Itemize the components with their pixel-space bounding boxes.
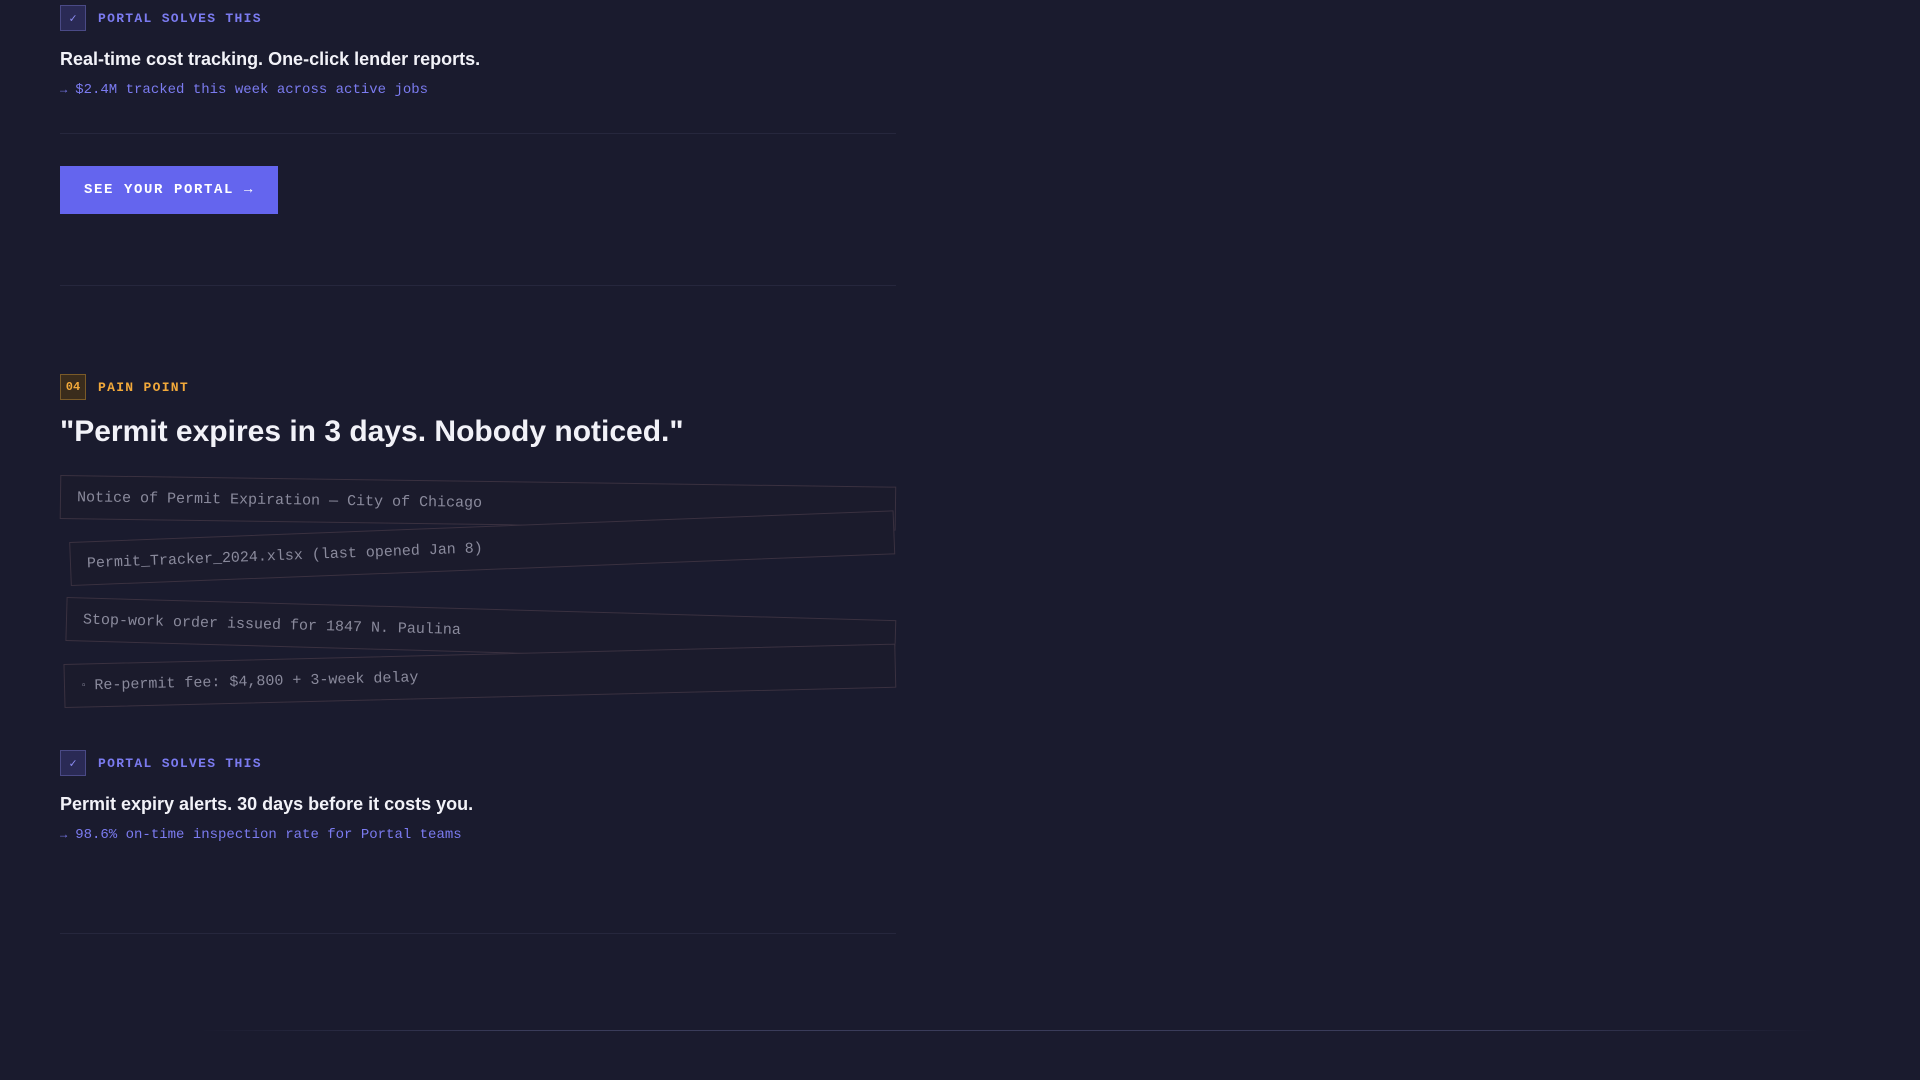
- doc-text: Permit_Tracker_2024.xlsx (last opened Ja…: [86, 539, 484, 572]
- square-bullet-icon: ▫: [80, 680, 87, 691]
- pain-number-badge: 04: [60, 374, 86, 400]
- solve-label: PORTAL SOLVES THIS: [98, 755, 262, 771]
- pain-title: "Permit expires in 3 days. Nobody notice…: [60, 415, 684, 448]
- pain-label: PAIN POINT: [98, 379, 190, 395]
- solve-title: Real-time cost tracking. One-click lende…: [60, 49, 481, 69]
- doc-text: Notice of Permit Expiration — City of Ch…: [76, 488, 483, 512]
- solve-badge-row: ✓ PORTAL SOLVES THIS: [60, 750, 262, 776]
- solve-stat: → $2.4M tracked this week across active j…: [60, 82, 428, 98]
- see-your-portal-button[interactable]: SEE YOUR PORTAL →: [60, 166, 278, 214]
- solve-badge-row: ✓ PORTAL SOLVES THIS: [60, 5, 262, 31]
- check-icon: ✓: [60, 5, 86, 31]
- re-permit-fee: ▫ Re-permit fee: $4,800 + 3-week delay: [63, 643, 897, 708]
- solve-stat: → 98.6% on-time inspection rate for Porta…: [60, 827, 462, 843]
- solve-stat-text: $2.4M tracked this week across active jo…: [75, 82, 429, 98]
- solve-stat-text: 98.6% on-time inspection rate for Portal…: [75, 827, 462, 843]
- divider: [60, 133, 896, 134]
- divider: [60, 285, 896, 286]
- arrow-right-icon: →: [60, 828, 68, 842]
- check-icon: ✓: [60, 750, 86, 776]
- divider: [60, 933, 896, 934]
- solve-label: PORTAL SOLVES THIS: [98, 10, 262, 26]
- arrow-right-icon: →: [60, 83, 68, 97]
- footer-divider: [200, 1030, 1820, 1031]
- doc-text: Stop-work order issued for 1847 N. Pauli…: [82, 610, 462, 639]
- solve-title: Permit expiry alerts. 30 days before it …: [60, 794, 474, 814]
- doc-text: Re-permit fee: $4,800 + 3-week delay: [94, 668, 419, 694]
- pain-badge-row: 04 PAIN POINT: [60, 374, 189, 400]
